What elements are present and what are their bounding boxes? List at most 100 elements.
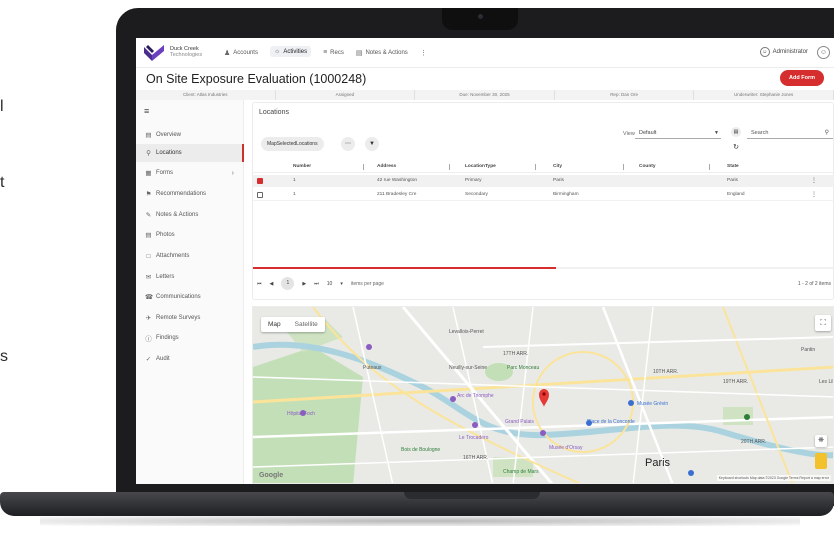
col-location-type[interactable]: LocationType [465, 161, 496, 173]
map-label: 20TH ARR. [741, 439, 767, 445]
last-page-icon[interactable]: ⏭ [314, 281, 319, 287]
view-select-value: Default [639, 130, 657, 136]
page-number[interactable]: 1 [281, 277, 295, 290]
sidebar-item-audit[interactable]: ✓ Audit [136, 350, 244, 368]
sidebar-item-letters[interactable]: ✉ Letters [136, 268, 244, 286]
map-tab-map[interactable]: Map [261, 317, 288, 332]
map-label: 19TH ARR. [723, 379, 749, 385]
col-address[interactable]: Address [377, 161, 396, 173]
app-screen: Duck Creek Technologies ♟ Accounts ☼ Activ… [136, 38, 834, 484]
save-icon: ▤ [733, 129, 739, 135]
map-label: Parc Monceau [507, 365, 540, 371]
more-vertical-icon: ⋮ [419, 49, 427, 57]
per-page-select[interactable]: 10 [327, 281, 333, 287]
filter-icon: ▼ [369, 141, 375, 147]
col-city[interactable]: City [553, 161, 562, 173]
google-logo: Google [259, 472, 284, 479]
table-row[interactable]: 1 42 rue Washington Primary Paris Paris … [253, 175, 834, 187]
photos-icon: ▤ [145, 232, 152, 239]
nav-more-menu[interactable]: ⋮ [420, 48, 427, 57]
row-checkbox[interactable] [257, 192, 263, 198]
first-page-icon[interactable]: ⏮ [257, 281, 262, 287]
next-page-icon[interactable]: ▶ [302, 281, 306, 287]
sidebar: ≡ ▤ Overview ⚲ Locations ▦ Forms › ⚑ Recommen… [136, 100, 244, 484]
nav-notes-actions[interactable]: ▤ Notes & Actions [356, 48, 408, 57]
view-select[interactable]: Default ▼ [635, 128, 721, 139]
map-label: Grand Palais [505, 419, 534, 425]
chevron-right-icon: › [231, 169, 234, 177]
nav-recs-label: Recs [330, 49, 344, 56]
row-menu-icon[interactable]: ⋮ [811, 175, 817, 187]
filter-button[interactable]: ▼ [365, 137, 379, 151]
nav-recs[interactable]: ≡ Recs [323, 48, 344, 57]
cell-address: 42 rue Washington [377, 178, 418, 183]
map-panel[interactable]: Map Satellite ⛶ Levallois-Perret 17TH AR… [252, 306, 834, 484]
col-number[interactable]: Number [293, 161, 311, 173]
info-rep: Rep: Dan Ore [555, 90, 695, 100]
table-scrollbar[interactable] [253, 267, 834, 269]
location-pin-icon: ⚲ [146, 150, 151, 157]
table-header: Number Address LocationType City County … [253, 161, 834, 173]
cell-type: Secondary [465, 192, 488, 197]
add-form-button[interactable]: Add Form [780, 70, 824, 86]
map-canvas[interactable] [253, 307, 834, 484]
col-county[interactable]: County [639, 161, 656, 173]
map-label: Pantin [801, 347, 816, 353]
nav-notes-label: Notes & Actions [365, 49, 408, 56]
map-tab-satellite[interactable]: Satellite [288, 317, 325, 332]
sidebar-item-attachments[interactable]: □ Attachments [136, 247, 244, 265]
sidebar-item-label: Findings [156, 335, 179, 341]
sidebar-item-locations[interactable]: ⚲ Locations [136, 144, 244, 162]
sidebar-item-forms[interactable]: ▦ Forms › [136, 164, 244, 182]
search-input[interactable]: Search ⚲ [747, 128, 833, 139]
map-selected-locations-button[interactable]: MapSelectedLocations [261, 137, 324, 151]
map-label: 17TH ARR. [503, 351, 529, 357]
compass-icon[interactable]: ❋ [815, 435, 827, 447]
locations-title: Locations [259, 109, 289, 116]
sidebar-item-recommendations[interactable]: ⚑ Recommendations [136, 185, 244, 203]
map-label: Neuilly-sur-Seine [449, 365, 488, 371]
user-menu[interactable]: ☺ Administrator [759, 47, 808, 57]
nav-accounts[interactable]: ♟ Accounts [224, 48, 258, 57]
row-checkbox[interactable] [257, 178, 263, 184]
map-attribution[interactable]: Keyboard shortcuts Map data ©2023 Google… [716, 475, 831, 481]
col-state[interactable]: State [727, 161, 739, 173]
page-text-fragment-1: l [0, 98, 4, 115]
map-label: Musée d'Orsay [549, 445, 583, 451]
logo-line2: Technologies [170, 52, 203, 58]
camera-icon [478, 14, 483, 19]
letters-icon: ✉ [145, 274, 152, 281]
save-view-button[interactable]: ▤ [731, 127, 741, 137]
nav-activities[interactable]: ☼ Activities [269, 46, 312, 57]
avatar[interactable]: ☺ [817, 46, 830, 59]
sidebar-item-remote-surveys[interactable]: ✈ Remote Surveys [136, 309, 244, 327]
table-scrollbar-thumb[interactable] [253, 267, 556, 269]
cell-state: England [727, 192, 745, 197]
sidebar-item-photos[interactable]: ▤ Photos [136, 226, 244, 244]
table-row[interactable]: 1 211 Bradesley Cre Secondary Birmingham… [253, 189, 834, 201]
duck-creek-logo-icon [144, 45, 164, 61]
items-count: 1 - 2 of 2 items [797, 281, 831, 287]
more-options-button[interactable]: ⋯ [341, 137, 355, 151]
column-divider [709, 164, 710, 170]
view-label: View [623, 131, 635, 137]
hamburger-menu-icon[interactable]: ≡ [144, 106, 149, 116]
street-view-pegman-icon[interactable] [815, 453, 827, 469]
per-page-dropdown-icon[interactable]: ▾ [340, 281, 343, 287]
info-client: Client: Atlas Industries [136, 90, 276, 100]
sidebar-item-label: Photos [156, 232, 175, 238]
sidebar-item-overview[interactable]: ▤ Overview [136, 126, 244, 144]
fullscreen-icon[interactable]: ⛶ [815, 315, 831, 331]
sidebar-item-label: Overview [156, 132, 182, 138]
search-placeholder: Search [751, 130, 769, 136]
sidebar-item-findings[interactable]: ⓘ Findings [136, 329, 244, 347]
refresh-icon: ↻ [733, 144, 739, 151]
row-menu-icon[interactable]: ⋮ [811, 189, 817, 201]
refresh-button[interactable]: ↻ [731, 143, 741, 153]
map-label: Arc de Triomphe [457, 393, 494, 399]
findings-icon: ⓘ [145, 336, 152, 343]
sidebar-item-notes-actions[interactable]: ✎ Notes & Actions [136, 206, 244, 224]
sidebar-item-communications[interactable]: ☎ Communications [136, 288, 244, 306]
prev-page-icon[interactable]: ◀ [270, 281, 274, 287]
main-nav: ♟ Accounts ☼ Activities ≡ Recs ▤ Notes & Act… [224, 46, 427, 57]
